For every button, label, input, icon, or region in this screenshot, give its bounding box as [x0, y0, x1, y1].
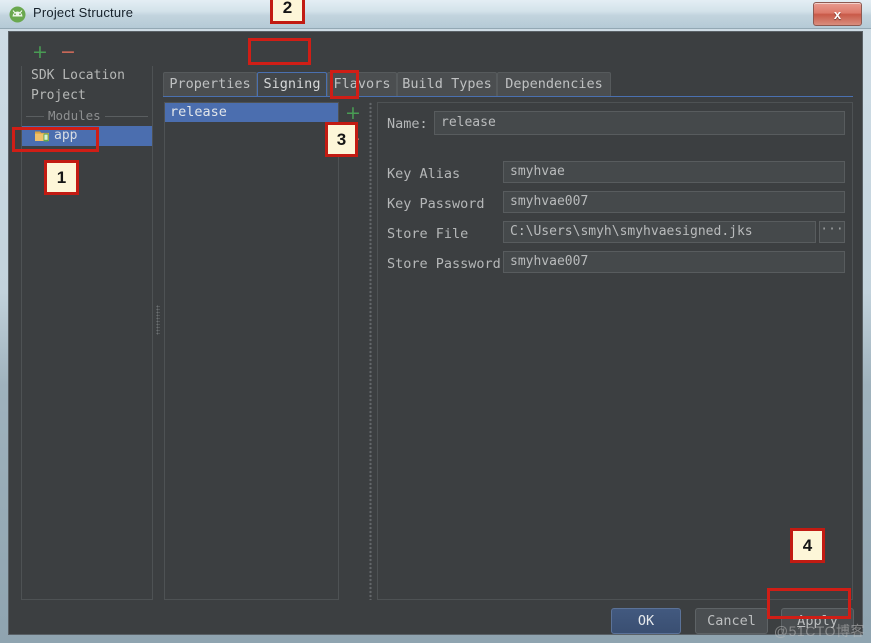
signing-config-list-toolbar: + −: [340, 102, 366, 162]
tab-build-types[interactable]: Build Types: [397, 72, 497, 97]
store-file-label: Store File: [387, 226, 469, 242]
splitter-grip-icon: [156, 305, 160, 335]
key-password-input[interactable]: smyhvae007: [503, 191, 845, 213]
tab-underline: [163, 96, 853, 97]
sidebar-item-project[interactable]: Project: [22, 86, 152, 106]
tab-flavors[interactable]: Flavors: [327, 72, 397, 97]
browse-store-file-button[interactable]: ···: [819, 221, 845, 243]
store-password-input[interactable]: smyhvae007: [503, 251, 845, 273]
sidebar-toolbar: + −: [21, 40, 153, 66]
title-bar: Project Structure x: [0, 0, 871, 29]
tab-signing[interactable]: Signing: [257, 72, 327, 97]
config-remove-button[interactable]: −: [342, 129, 364, 151]
content-splitter[interactable]: [366, 102, 375, 600]
window-frame: Project Structure x + − SDK Location Pro…: [0, 0, 871, 643]
add-module-button[interactable]: +: [29, 42, 51, 64]
sidebar-splitter[interactable]: [153, 40, 163, 600]
dialog-button-row: OK Cancel Apply: [9, 608, 864, 636]
apply-button[interactable]: Apply: [781, 608, 854, 634]
module-tree[interactable]: SDK Location Project Modules app: [21, 66, 153, 600]
key-password-label: Key Password: [387, 196, 485, 212]
remove-module-button[interactable]: −: [57, 42, 79, 64]
store-password-label: Store Password: [387, 256, 501, 272]
group-line-right: [104, 115, 148, 117]
sidebar-group-modules: Modules: [22, 106, 152, 126]
cancel-button[interactable]: Cancel: [695, 608, 768, 634]
close-icon: x: [833, 6, 842, 22]
sidebar-item-app[interactable]: app: [22, 126, 152, 146]
tab-properties[interactable]: Properties: [163, 72, 257, 97]
module-folder-icon: [35, 131, 49, 142]
group-line-left: [26, 115, 44, 117]
window-title: Project Structure: [33, 5, 134, 20]
store-file-input[interactable]: C:\Users\smyh\smyhvaesigned.jks: [503, 221, 816, 243]
ok-button[interactable]: OK: [611, 608, 681, 634]
android-studio-icon: [9, 6, 26, 23]
tab-bar: Properties Signing Flavors Build Types D…: [163, 72, 853, 97]
config-add-button[interactable]: +: [342, 103, 364, 125]
sidebar-item-label: app: [54, 128, 78, 143]
project-structure-dialog: + − SDK Location Project Modules app Pro…: [8, 31, 863, 635]
close-button[interactable]: x: [813, 2, 862, 26]
signing-form: Name: release Key Alias smyhvae Key Pass…: [377, 102, 853, 600]
name-input[interactable]: release: [434, 111, 845, 135]
tab-dependencies[interactable]: Dependencies: [497, 72, 611, 97]
splitter-grip-icon: [369, 102, 372, 600]
signing-config-list[interactable]: release: [164, 102, 339, 600]
sidebar-item-sdk-location[interactable]: SDK Location: [22, 66, 152, 86]
key-alias-label: Key Alias: [387, 166, 461, 182]
list-item[interactable]: release: [165, 103, 338, 122]
sidebar-group-label: Modules: [48, 108, 101, 123]
name-label: Name:: [387, 116, 428, 132]
apply-label-rest: pply: [805, 613, 838, 629]
key-alias-input[interactable]: smyhvae: [503, 161, 845, 183]
modules-sidebar: + − SDK Location Project Modules app: [21, 40, 153, 600]
